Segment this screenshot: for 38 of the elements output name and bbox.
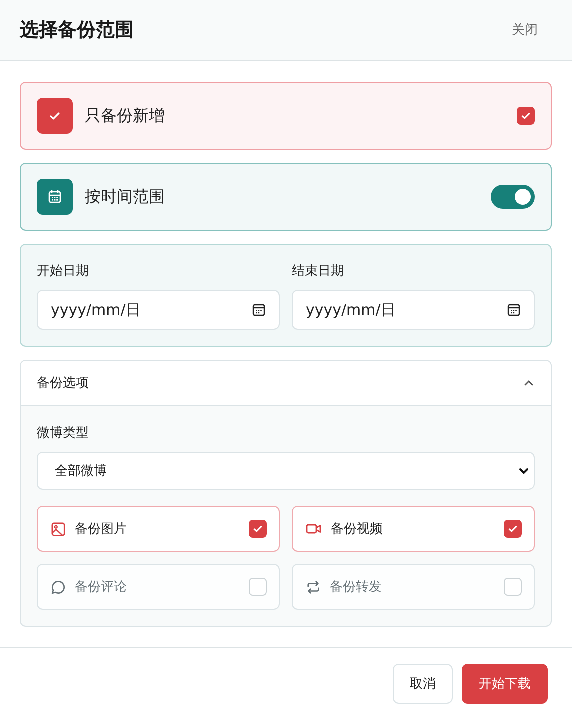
calendar-icon [252,303,266,318]
checkbox[interactable] [517,107,535,126]
image-icon [51,522,66,537]
option-card[interactable]: 备份评论 [37,564,280,610]
option-label: 备份转发 [330,579,383,596]
option-label: 备份视频 [331,521,384,538]
dialog-title: 选择备份范围 [20,18,134,44]
repeat-icon [306,580,321,595]
toggle-switch[interactable] [491,185,535,210]
option-card[interactable]: 备份图片 [37,506,280,552]
check-icon [252,523,264,536]
option-label: 备份图片 [75,521,128,538]
option-card[interactable]: 备份转发 [292,564,535,610]
checkbox[interactable] [504,520,522,538]
field-label: 结束日期 [292,263,345,280]
select-field[interactable]: 全部微博 [37,452,535,490]
option-label: 按时间范围 [85,186,166,208]
cancel-button[interactable]: 取消 [393,664,453,704]
speech-bubble-icon [51,580,66,595]
calendar-icon [507,303,521,318]
option-label: 只备份新增 [85,106,166,127]
download-button[interactable]: 开始下载 [462,664,548,704]
calendar-icon [37,179,73,216]
check-icon [37,98,73,134]
date-field[interactable]: yyyy/mm/日 [37,290,280,330]
check-icon [520,110,532,122]
section-title: 备份选项 [37,375,89,392]
field-label: 开始日期 [37,263,90,280]
option-card[interactable]: 按时间范围 [20,163,552,232]
date-field[interactable]: yyyy/mm/日 [292,290,535,330]
video-camera-icon [306,523,322,536]
checkbox[interactable] [249,520,267,538]
option-card[interactable]: 只备份新增 [20,82,552,150]
option-label: 备份评论 [75,579,128,596]
check-icon [507,523,519,536]
close-button[interactable]: 关闭 [498,17,552,44]
field-label: 微博类型 [37,425,90,442]
option-card[interactable]: 备份视频 [292,506,535,552]
